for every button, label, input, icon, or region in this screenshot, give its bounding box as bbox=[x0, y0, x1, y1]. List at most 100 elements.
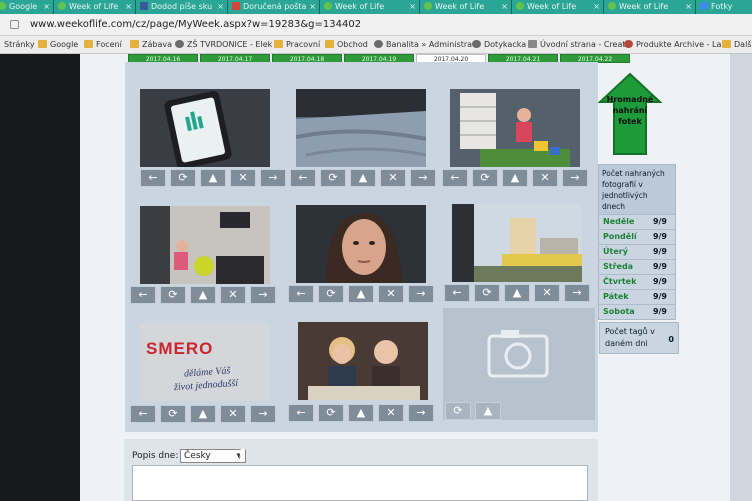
photo-room-ball[interactable] bbox=[140, 206, 270, 284]
close-icon[interactable]: × bbox=[501, 0, 508, 14]
photo-smero-ad[interactable]: SMERO děláme Váš život jednodušší bbox=[140, 323, 270, 401]
arrow-right-icon[interactable]: → bbox=[250, 405, 276, 423]
arrow-left-icon[interactable]: ← bbox=[290, 169, 316, 187]
arrow-left-icon[interactable]: ← bbox=[130, 286, 156, 304]
language-select[interactable]: Česky ▼ bbox=[180, 449, 246, 463]
bookmark-item[interactable]: Pracovní bbox=[274, 39, 320, 51]
close-icon[interactable]: ✕ bbox=[532, 169, 558, 187]
photo-phone[interactable] bbox=[140, 89, 270, 167]
close-icon[interactable]: ✕ bbox=[230, 169, 256, 187]
arrow-up-icon[interactable]: ▲ bbox=[475, 402, 501, 420]
arrow-left-icon[interactable]: ← bbox=[288, 404, 314, 422]
close-icon[interactable]: ✕ bbox=[380, 169, 406, 187]
description-textarea[interactable] bbox=[132, 465, 588, 501]
close-icon[interactable]: ✕ bbox=[220, 286, 246, 304]
arrow-right-icon[interactable]: → bbox=[410, 169, 436, 187]
browser-tab[interactable]: Doručená pošta × bbox=[228, 0, 320, 14]
photo-actions: ← ⟳ ▲ ✕ → bbox=[130, 286, 300, 306]
rotate-icon[interactable]: ⟳ bbox=[474, 284, 500, 302]
bulk-upload-label[interactable]: Hromadné nahrání fotek bbox=[605, 94, 655, 127]
bookmark-item[interactable]: Dalš bbox=[722, 39, 751, 51]
browser-tab[interactable]: Week of Life × bbox=[420, 0, 512, 14]
bookmark-item[interactable]: Google bbox=[38, 39, 78, 51]
close-icon[interactable]: × bbox=[43, 0, 50, 14]
rotate-icon[interactable]: ⟳ bbox=[160, 405, 186, 423]
browser-tab[interactable]: Google × bbox=[0, 0, 54, 14]
arrow-right-icon[interactable]: → bbox=[260, 169, 286, 187]
rotate-icon[interactable]: ⟳ bbox=[320, 169, 346, 187]
browser-tab[interactable]: Week of Life × bbox=[512, 0, 604, 14]
photo-actions: ← ⟳ ▲ ✕ → bbox=[288, 285, 456, 305]
bookmark-item[interactable]: Produkte Archive - La bbox=[624, 39, 721, 51]
photo-kids[interactable] bbox=[298, 322, 428, 400]
close-icon[interactable]: × bbox=[409, 0, 416, 14]
bookmark-item[interactable]: Obchod bbox=[325, 39, 368, 51]
photo-buildings-image bbox=[452, 204, 582, 282]
arrow-right-icon[interactable]: → bbox=[408, 404, 434, 422]
bookmark-item[interactable]: Stránky bbox=[4, 39, 35, 51]
close-icon[interactable]: ✕ bbox=[378, 404, 404, 422]
close-icon[interactable]: ✕ bbox=[534, 284, 560, 302]
arrow-up-icon[interactable]: ▲ bbox=[350, 169, 376, 187]
week-of-life-icon bbox=[58, 2, 66, 10]
arrow-right-icon[interactable]: → bbox=[250, 286, 276, 304]
rotate-icon[interactable]: ⟳ bbox=[472, 169, 498, 187]
photo-portrait[interactable] bbox=[296, 205, 426, 283]
week-of-life-icon bbox=[608, 2, 616, 10]
close-icon[interactable]: ✕ bbox=[378, 285, 404, 303]
rotate-icon[interactable]: ⟳ bbox=[170, 169, 196, 187]
arrow-left-icon[interactable]: ← bbox=[442, 169, 468, 187]
rotate-icon[interactable]: ⟳ bbox=[318, 404, 344, 422]
arrow-up-icon[interactable]: ▲ bbox=[190, 286, 216, 304]
close-icon[interactable]: × bbox=[217, 0, 224, 14]
close-icon[interactable]: × bbox=[685, 0, 692, 14]
count-row: Pátek 9/9 bbox=[599, 289, 675, 304]
close-icon[interactable]: ✕ bbox=[220, 405, 246, 423]
wordpress-icon bbox=[374, 40, 383, 48]
arrow-right-icon[interactable]: → bbox=[562, 169, 588, 187]
count-row: Neděle 9/9 bbox=[599, 214, 675, 229]
photo-girl-toys[interactable] bbox=[450, 89, 580, 167]
photo-actions: ← ⟳ ▲ ✕ → bbox=[140, 169, 300, 189]
rotate-icon[interactable]: ⟳ bbox=[160, 286, 186, 304]
arrow-up-icon[interactable]: ▲ bbox=[200, 169, 226, 187]
close-icon[interactable]: × bbox=[593, 0, 600, 14]
close-icon[interactable]: × bbox=[125, 0, 132, 14]
page-info-icon[interactable] bbox=[10, 20, 19, 29]
folder-icon bbox=[325, 40, 334, 48]
photo-kids-image bbox=[298, 322, 428, 400]
arrow-left-icon[interactable]: ← bbox=[444, 284, 470, 302]
arrow-up-icon[interactable]: ▲ bbox=[504, 284, 530, 302]
arrow-up-icon[interactable]: ▲ bbox=[348, 285, 374, 303]
browser-tab[interactable]: Week of Life × bbox=[320, 0, 420, 14]
arrow-up-icon[interactable]: ▲ bbox=[348, 404, 374, 422]
arrow-up-icon[interactable]: ▲ bbox=[502, 169, 528, 187]
bookmark-item[interactable]: Dotykacka bbox=[472, 39, 526, 51]
bookmark-item[interactable]: Úvodní strana - Creati bbox=[528, 39, 628, 51]
rotate-icon[interactable]: ⟳ bbox=[445, 402, 471, 420]
arrow-right-icon[interactable]: → bbox=[564, 284, 590, 302]
browser-tab[interactable]: Week of Life × bbox=[54, 0, 136, 14]
browser-tab[interactable]: Week of Life × bbox=[604, 0, 696, 14]
page-viewport: 2017.04.16 2017.04.17 2017.04.18 2017.04… bbox=[0, 54, 752, 501]
photo-buildings[interactable] bbox=[452, 204, 582, 282]
day-description: Popis dne: Česky ▼ bbox=[124, 439, 598, 501]
bookmark-item[interactable]: Focení bbox=[84, 39, 122, 51]
arrow-left-icon[interactable]: ← bbox=[140, 169, 166, 187]
rotate-icon[interactable]: ⟳ bbox=[318, 285, 344, 303]
photo-bed[interactable] bbox=[296, 89, 426, 167]
photo-actions: ← ⟳ ▲ ✕ → bbox=[288, 404, 458, 424]
browser-tab[interactable]: Fotky bbox=[696, 0, 752, 14]
close-icon[interactable]: × bbox=[309, 0, 316, 14]
bookmark-item[interactable]: Zábava bbox=[130, 39, 172, 51]
arrow-right-icon[interactable]: → bbox=[408, 285, 434, 303]
url-field[interactable]: www.weekoflife.com/cz/page/MyWeek.aspx?w… bbox=[30, 19, 361, 30]
arrow-left-icon[interactable]: ← bbox=[288, 285, 314, 303]
upload-counts-panel: Počet nahraných fotografií v jednotlivýc… bbox=[598, 164, 676, 320]
arrow-up-icon[interactable]: ▲ bbox=[190, 405, 216, 423]
bookmarks-bar: Stránky Google Focení Zábava ZŠ TVRDONIC… bbox=[0, 36, 752, 54]
bookmark-item[interactable]: Banalita » Administra bbox=[374, 39, 472, 51]
browser-tab[interactable]: Dodod píše sku × bbox=[136, 0, 228, 14]
bookmark-item[interactable]: ZŠ TVRDONICE - Elek bbox=[175, 39, 272, 51]
arrow-left-icon[interactable]: ← bbox=[130, 405, 156, 423]
